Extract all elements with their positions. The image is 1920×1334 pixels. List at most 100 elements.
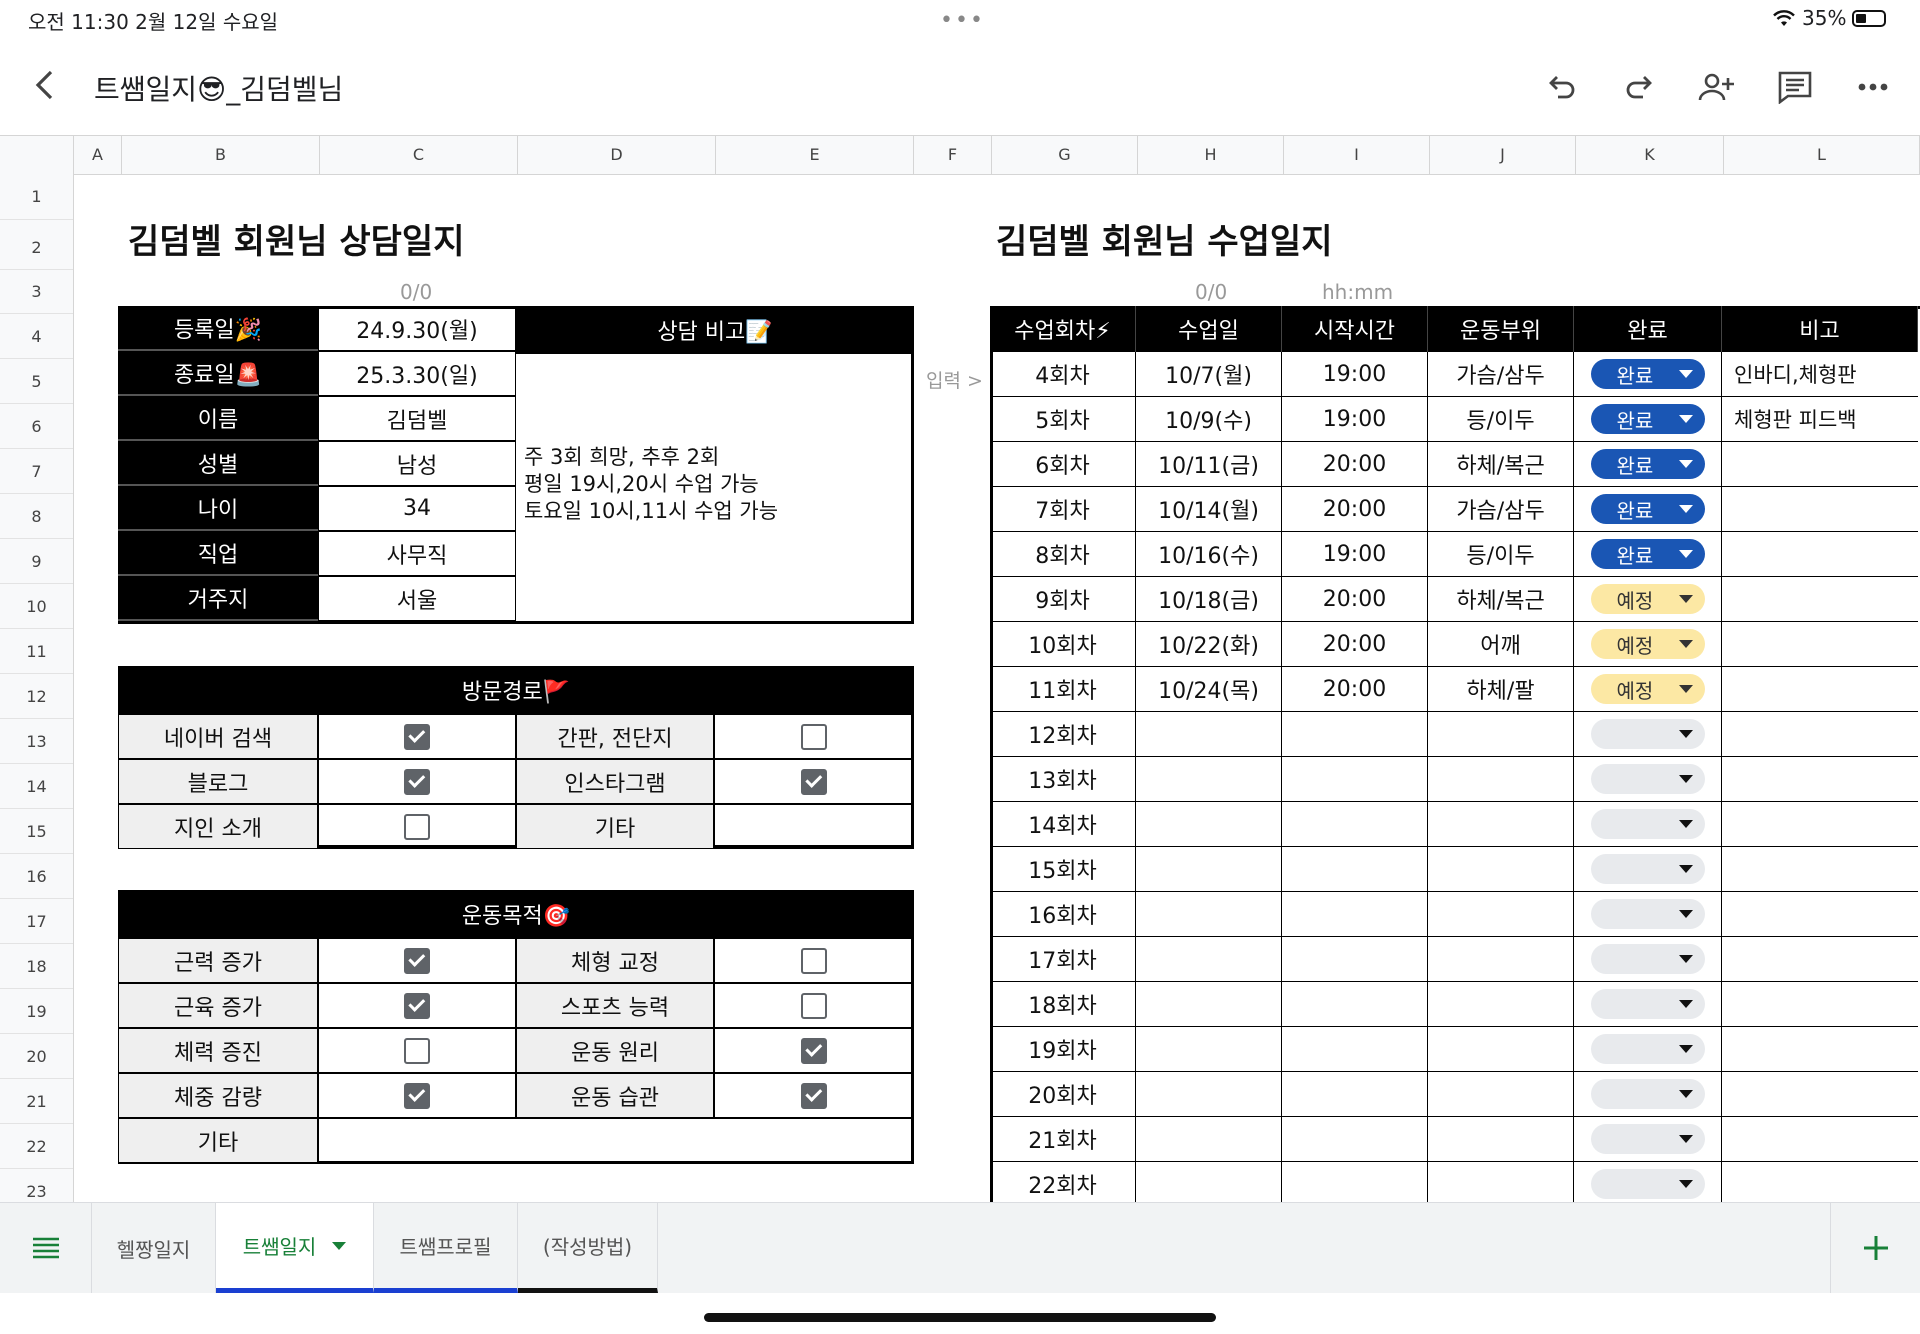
class-part-cell[interactable]: 하체/복근 xyxy=(1428,577,1574,622)
column-header[interactable]: C xyxy=(320,136,518,174)
row-header[interactable]: 2 xyxy=(0,225,73,270)
checkbox-checked[interactable] xyxy=(404,768,430,795)
row-header[interactable]: 20 xyxy=(0,1034,73,1079)
row-header[interactable]: 5 xyxy=(0,359,73,404)
goal-other-input[interactable] xyxy=(318,1118,914,1163)
class-part-cell[interactable] xyxy=(1428,847,1574,892)
status-dropdown[interactable] xyxy=(1590,1124,1705,1154)
class-date-cell[interactable] xyxy=(1136,802,1282,847)
class-time-cell[interactable]: 19:00 xyxy=(1282,352,1428,397)
add-person-icon[interactable] xyxy=(1690,60,1744,114)
class-part-cell[interactable]: 가슴/삼두 xyxy=(1428,487,1574,532)
class-note-cell[interactable] xyxy=(1722,982,1918,1027)
class-date-cell[interactable]: 10/16(수) xyxy=(1136,532,1282,577)
class-date-cell[interactable] xyxy=(1136,937,1282,982)
row-header[interactable]: 4 xyxy=(0,314,73,359)
info-value[interactable]: 남성 xyxy=(318,441,516,486)
status-dropdown[interactable] xyxy=(1590,1079,1705,1109)
row-header[interactable]: 1 xyxy=(0,174,73,220)
checkbox-checked[interactable] xyxy=(404,723,430,750)
info-value[interactable]: 서울 xyxy=(318,576,516,621)
row-header[interactable]: 7 xyxy=(0,449,73,494)
tab-sheet[interactable]: 트쌤프로필 xyxy=(374,1203,518,1293)
class-n-cell[interactable]: 22회차 xyxy=(990,1162,1136,1202)
class-part-cell[interactable] xyxy=(1428,1117,1574,1162)
memo-text[interactable]: 주 3회 희망, 추후 2회 평일 19시,20시 수업 가능 토요일 10시,11… xyxy=(516,354,914,624)
class-date-cell[interactable]: 10/11(금) xyxy=(1136,442,1282,487)
class-n-cell[interactable]: 13회차 xyxy=(990,757,1136,802)
class-time-cell[interactable]: 20:00 xyxy=(1282,667,1428,712)
class-time-cell[interactable] xyxy=(1282,1072,1428,1117)
checkbox-unchecked[interactable] xyxy=(801,992,827,1019)
class-date-cell[interactable] xyxy=(1136,757,1282,802)
row-header[interactable]: 8 xyxy=(0,494,73,539)
status-dropdown[interactable]: 완료 xyxy=(1590,539,1705,569)
class-n-cell[interactable]: 9회차 xyxy=(990,577,1136,622)
class-time-cell[interactable]: 19:00 xyxy=(1282,397,1428,442)
tab-sheet-active[interactable]: 트쌤일지 xyxy=(216,1203,374,1293)
comment-icon[interactable] xyxy=(1768,60,1822,114)
class-note-cell[interactable] xyxy=(1722,757,1918,802)
class-date-cell[interactable] xyxy=(1136,847,1282,892)
class-date-cell[interactable]: 10/14(월) xyxy=(1136,487,1282,532)
class-time-cell[interactable] xyxy=(1282,982,1428,1027)
sheet-list-icon[interactable] xyxy=(0,1203,92,1293)
more-icon[interactable] xyxy=(1846,60,1900,114)
column-header[interactable]: K xyxy=(1576,136,1724,174)
info-value[interactable]: 24.9.30(월) xyxy=(318,306,516,351)
status-dropdown[interactable] xyxy=(1590,1034,1705,1064)
row-header[interactable]: 21 xyxy=(0,1079,73,1124)
row-header[interactable]: 19 xyxy=(0,989,73,1034)
redo-icon[interactable] xyxy=(1612,60,1666,114)
class-note-cell[interactable] xyxy=(1722,532,1918,577)
class-date-cell[interactable] xyxy=(1136,982,1282,1027)
tab-sheet[interactable]: (작성방법) xyxy=(518,1203,658,1293)
class-part-cell[interactable]: 하체/팔 xyxy=(1428,667,1574,712)
class-n-cell[interactable]: 5회차 xyxy=(990,397,1136,442)
class-time-cell[interactable] xyxy=(1282,802,1428,847)
class-note-cell[interactable] xyxy=(1722,1117,1918,1162)
status-dropdown[interactable]: 완료 xyxy=(1590,404,1705,434)
class-n-cell[interactable]: 15회차 xyxy=(990,847,1136,892)
tab-dropdown-icon[interactable] xyxy=(332,1241,347,1250)
class-n-cell[interactable]: 6회차 xyxy=(990,442,1136,487)
class-time-cell[interactable] xyxy=(1282,1027,1428,1072)
class-n-cell[interactable]: 19회차 xyxy=(990,1027,1136,1072)
class-date-cell[interactable]: 10/9(수) xyxy=(1136,397,1282,442)
class-note-cell[interactable] xyxy=(1722,622,1918,667)
class-date-cell[interactable]: 10/24(목) xyxy=(1136,667,1282,712)
class-note-cell[interactable] xyxy=(1722,667,1918,712)
class-part-cell[interactable] xyxy=(1428,892,1574,937)
class-part-cell[interactable] xyxy=(1428,982,1574,1027)
row-header[interactable]: 15 xyxy=(0,809,73,854)
checkbox-checked[interactable] xyxy=(404,947,430,974)
status-dropdown[interactable]: 예정 xyxy=(1590,584,1705,614)
column-header[interactable]: J xyxy=(1430,136,1576,174)
class-n-cell[interactable]: 8회차 xyxy=(990,532,1136,577)
class-part-cell[interactable] xyxy=(1428,712,1574,757)
class-part-cell[interactable] xyxy=(1428,937,1574,982)
status-dropdown[interactable] xyxy=(1590,1169,1705,1199)
status-dropdown[interactable]: 완료 xyxy=(1590,494,1705,524)
class-note-cell[interactable] xyxy=(1722,487,1918,532)
undo-icon[interactable] xyxy=(1535,60,1589,114)
tab-sheet[interactable]: 헬짱일지 xyxy=(92,1203,216,1293)
class-date-cell[interactable]: 10/7(월) xyxy=(1136,352,1282,397)
add-sheet-icon[interactable] xyxy=(1830,1203,1920,1293)
class-n-cell[interactable]: 18회차 xyxy=(990,982,1136,1027)
class-part-cell[interactable] xyxy=(1428,1027,1574,1072)
checkbox-checked[interactable] xyxy=(404,1082,430,1109)
info-value[interactable]: 사무직 xyxy=(318,531,516,576)
row-header[interactable]: 22 xyxy=(0,1124,73,1169)
class-n-cell[interactable]: 7회차 xyxy=(990,487,1136,532)
info-value[interactable]: 25.3.30(일) xyxy=(318,351,516,396)
class-note-cell[interactable] xyxy=(1722,577,1918,622)
status-dropdown[interactable]: 완료 xyxy=(1590,359,1705,389)
class-date-cell[interactable] xyxy=(1136,892,1282,937)
class-date-cell[interactable] xyxy=(1136,1117,1282,1162)
row-header[interactable]: 12 xyxy=(0,674,73,719)
row-header[interactable]: 3 xyxy=(0,269,73,314)
class-date-cell[interactable] xyxy=(1136,712,1282,757)
status-dropdown[interactable] xyxy=(1590,989,1705,1019)
multitask-dots-icon[interactable]: ••• xyxy=(940,8,985,33)
